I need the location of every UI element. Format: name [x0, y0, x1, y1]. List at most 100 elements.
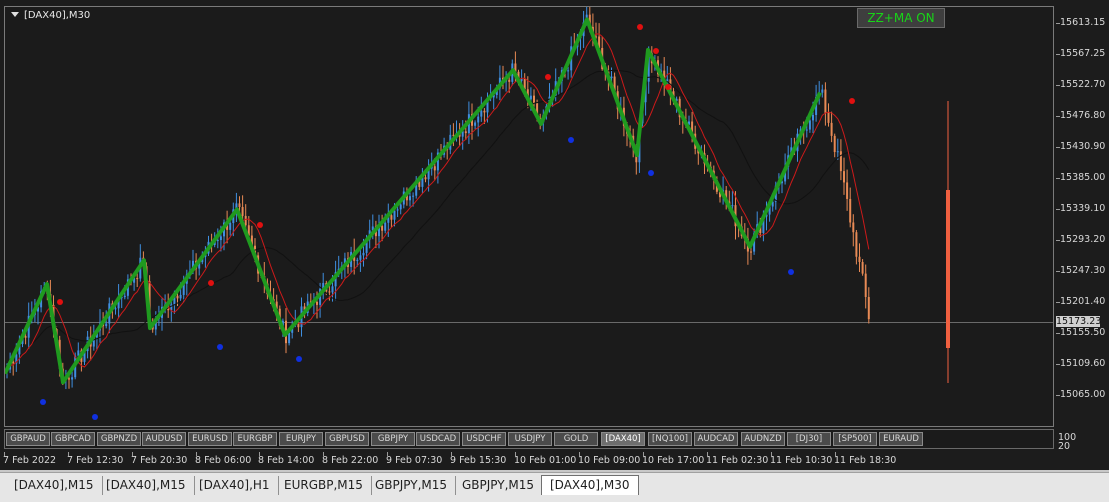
- signal-dot-low: [788, 269, 794, 275]
- signal-dot-high: [653, 48, 659, 54]
- symbol-button[interactable]: [SP500]: [833, 432, 877, 446]
- symbol-button[interactable]: GBPJPY: [371, 432, 415, 446]
- symbol-button[interactable]: GOLD: [554, 432, 598, 446]
- price-scale[interactable]: 15613.15 15567.25 15522.70 15476.80 15430.90…: [1054, 6, 1109, 427]
- symbol-button[interactable]: [DJ30]: [787, 432, 831, 446]
- signal-dot-low: [568, 137, 574, 143]
- price-label: 15339.10: [1060, 203, 1106, 214]
- candle-body: [359, 255, 362, 260]
- candle-body: [731, 205, 734, 207]
- symbol-button[interactable]: EURAUD: [879, 432, 923, 446]
- signal-dot-high: [637, 24, 643, 30]
- symbol-button[interactable]: EURJPY: [279, 432, 323, 446]
- candle-body: [105, 323, 108, 327]
- symbol-button[interactable]: USDCAD: [416, 432, 460, 446]
- signal-dot-low: [92, 414, 98, 420]
- symbol-button[interactable]: AUDNZD: [741, 432, 785, 446]
- candle-body: [409, 196, 411, 201]
- symbol-button[interactable]: GBPAUD: [6, 432, 50, 446]
- candle-body: [839, 151, 842, 172]
- chart-tab[interactable]: EURGBP,M15: [276, 476, 372, 495]
- candle-body: [114, 308, 117, 310]
- time-label: 8 Feb 06:00: [195, 455, 252, 466]
- candle-body: [805, 129, 808, 131]
- symbol-button[interactable]: AUDUSD: [142, 432, 186, 446]
- symbol-button[interactable]: GBPUSD: [325, 432, 369, 446]
- price-label: 15567.25: [1060, 48, 1106, 59]
- candle-body: [480, 110, 483, 117]
- candle-body: [567, 70, 570, 72]
- time-label: 9 Feb 07:30: [386, 455, 443, 466]
- candle-body: [123, 295, 126, 298]
- candle-body: [288, 332, 291, 344]
- candlestick-chart: [5, 7, 1053, 420]
- candle-body: [812, 115, 814, 121]
- candle-body: [861, 261, 864, 274]
- candle-body: [433, 166, 436, 171]
- zigzag-ma-toggle-button[interactable]: ZZ+MA ON: [857, 8, 945, 28]
- signal-dot-low: [40, 399, 46, 405]
- candle-body: [864, 273, 867, 298]
- chart-tab[interactable]: GBPJPY,M15: [367, 476, 457, 495]
- chart-tab[interactable]: [DAX40],M30: [541, 475, 639, 495]
- candle-body: [396, 209, 399, 211]
- candle-body: [297, 324, 300, 328]
- candle-body: [412, 195, 415, 197]
- symbol-button[interactable]: [NQ100]: [648, 432, 692, 446]
- zigzag-line: [5, 17, 822, 385]
- indicator-level-20: 20: [1058, 441, 1071, 452]
- candle-body: [219, 236, 222, 241]
- symbol-button[interactable]: EURGBP: [233, 432, 277, 446]
- price-label: 15155.50: [1060, 327, 1106, 338]
- fast-moving-average-line: [6, 33, 870, 370]
- time-label: 11 Feb 18:30: [834, 455, 897, 466]
- price-chart-area[interactable]: [DAX40],M30 ZZ+MA ON: [4, 6, 1054, 427]
- chart-tab[interactable]: [DAX40],M15: [6, 476, 103, 495]
- time-axis[interactable]: 7 Feb 2022 7 Feb 12:30 7 Feb 20:30 8 Feb 06…: [0, 452, 1109, 470]
- chart-window: [DAX40],M30 ZZ+MA ON 15613.15 15567.25 155…: [0, 0, 1109, 470]
- price-label: 15385.00: [1060, 172, 1106, 183]
- candle-body: [827, 112, 830, 123]
- candle-body: [68, 378, 70, 380]
- symbol-button[interactable]: USDCHF: [462, 432, 506, 446]
- dropdown-triangle-icon[interactable]: [11, 12, 19, 17]
- candle-body: [830, 122, 833, 136]
- price-label: 15065.00: [1060, 389, 1106, 400]
- candle-body: [846, 182, 849, 199]
- candle-body: [477, 116, 480, 123]
- candle-body: [849, 198, 852, 223]
- candle-body: [238, 203, 241, 208]
- candle-body: [216, 240, 219, 242]
- symbol-button[interactable]: EURUSD: [188, 432, 232, 446]
- candle-body: [855, 232, 858, 257]
- signal-dot-high: [665, 84, 671, 90]
- time-label: 7 Feb 12:30: [67, 455, 124, 466]
- candle-body: [843, 171, 845, 183]
- candle-body: [424, 177, 427, 180]
- current-price-label: 15173.23: [1056, 315, 1102, 327]
- candle-body: [399, 204, 402, 210]
- chart-tab[interactable]: [DAX40],M15: [98, 476, 195, 495]
- candle-body: [529, 95, 532, 100]
- chart-title-text: [DAX40],M30: [24, 10, 91, 21]
- symbol-button[interactable]: AUDCAD: [694, 432, 738, 446]
- symbol-button[interactable]: [DAX40]: [601, 432, 645, 446]
- symbol-button[interactable]: USDJPY: [508, 432, 552, 446]
- slow-moving-average-line: [6, 69, 870, 370]
- symbol-button[interactable]: GBPNZD: [97, 432, 141, 446]
- symbol-button[interactable]: GBPCAD: [51, 432, 95, 446]
- candle-body: [24, 336, 27, 338]
- time-label: 8 Feb 14:00: [258, 455, 315, 466]
- candle-body: [474, 122, 477, 126]
- time-label: 8 Feb 22:00: [322, 455, 379, 466]
- price-label: 15247.30: [1060, 265, 1106, 276]
- chart-tab[interactable]: [DAX40],H1: [191, 476, 279, 495]
- chart-tab[interactable]: GBPJPY,M15: [454, 476, 544, 495]
- candle-body: [520, 78, 523, 81]
- signal-dot-high: [208, 280, 214, 286]
- candle-body: [867, 297, 870, 320]
- price-label: 15613.15: [1060, 17, 1106, 28]
- candle-body: [356, 259, 359, 261]
- time-label: 11 Feb 02:30: [706, 455, 769, 466]
- price-label: 15522.70: [1060, 79, 1106, 90]
